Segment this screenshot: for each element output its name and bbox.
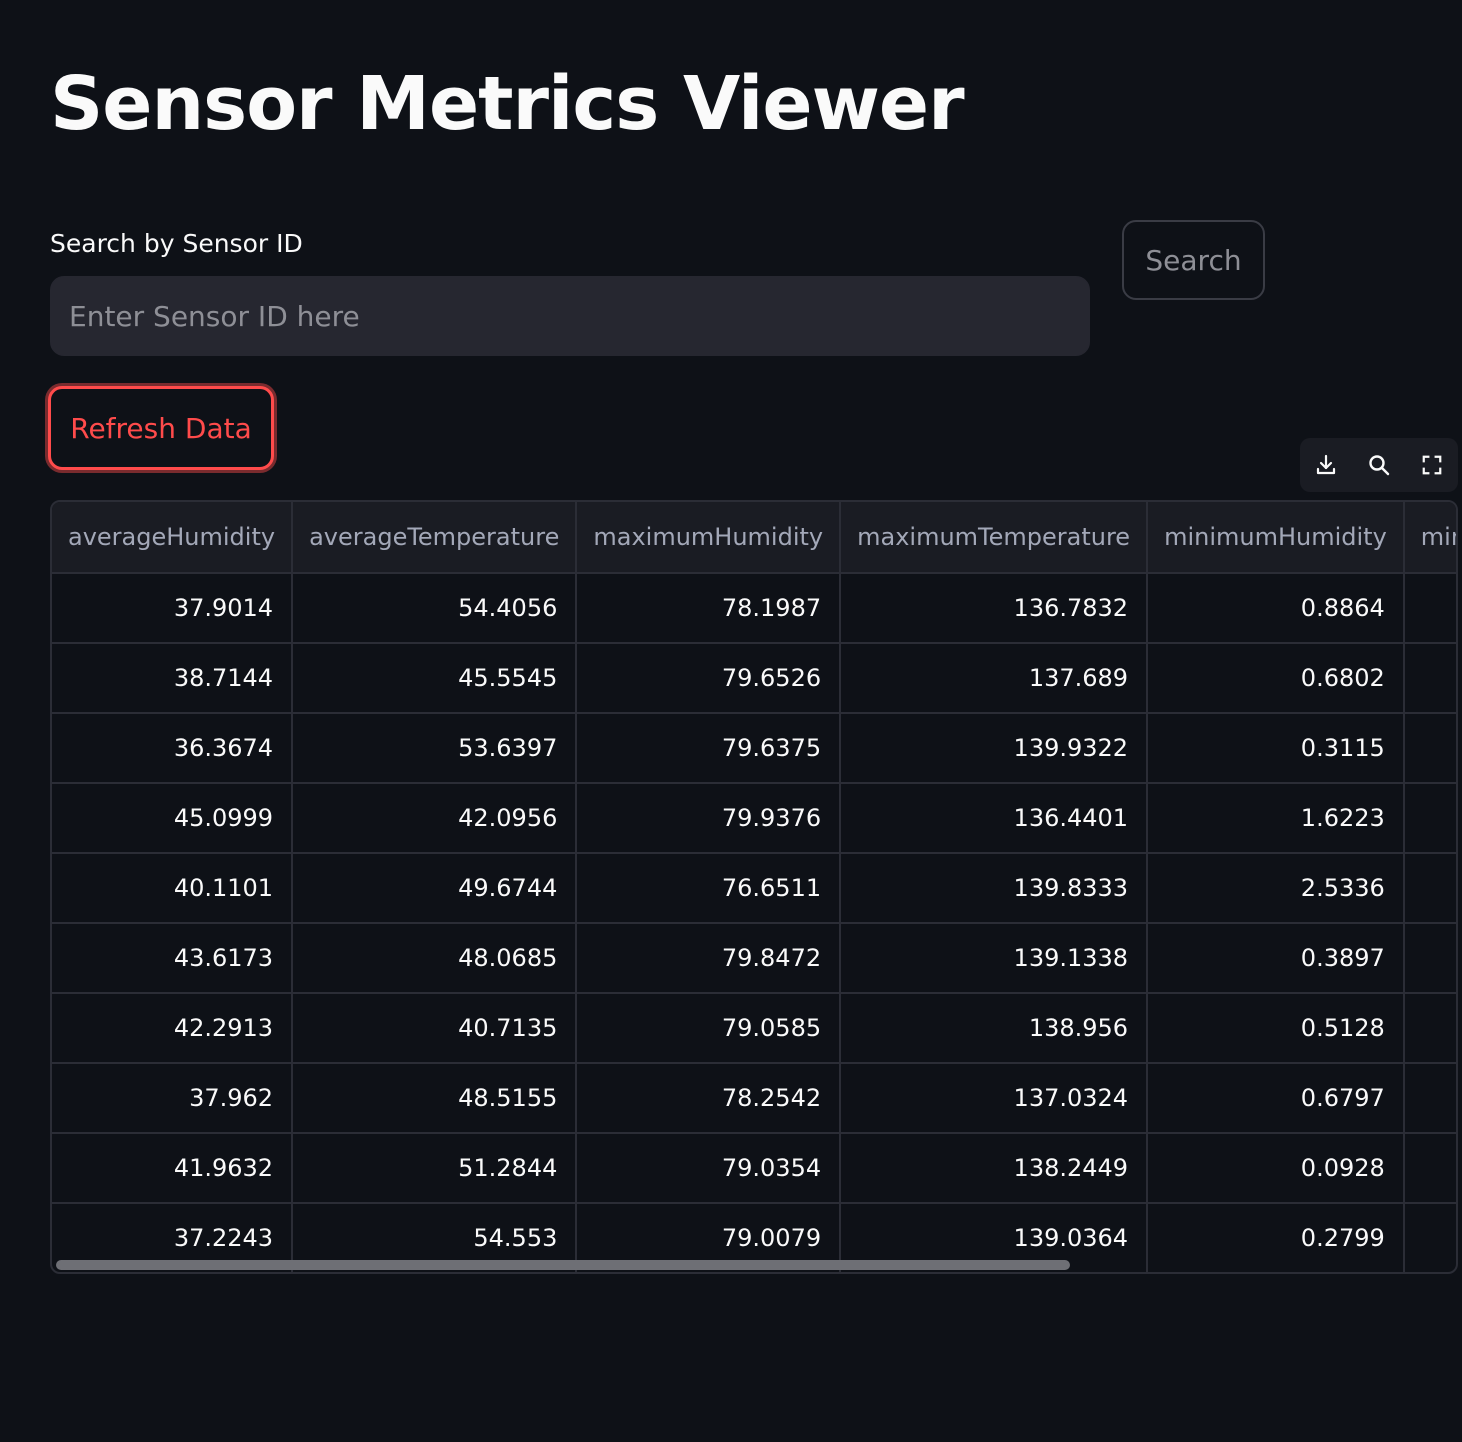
download-icon[interactable] xyxy=(1306,445,1346,485)
table-cell[interactable] xyxy=(1403,713,1456,784)
table-row[interactable]: 43.6173 48.0685 79.8472 139.1338 0.3897 xyxy=(52,923,1456,994)
table-cell[interactable]: 45.5545 xyxy=(292,643,578,714)
table-cell[interactable] xyxy=(1403,1203,1456,1272)
table-cell[interactable]: 79.8472 xyxy=(576,923,842,994)
column-header[interactable]: averageHumidity xyxy=(52,502,294,574)
table-row[interactable]: 37.962 48.5155 78.2542 137.0324 0.6797 xyxy=(52,1063,1456,1134)
table-cell[interactable]: 0.3897 xyxy=(1147,923,1405,994)
table-cell[interactable]: 53.6397 xyxy=(292,713,578,784)
table-cell[interactable] xyxy=(1403,573,1456,644)
table-row[interactable]: 42.2913 40.7135 79.0585 138.956 0.5128 xyxy=(52,993,1456,1064)
table-row[interactable]: 36.3674 53.6397 79.6375 139.9322 0.3115 xyxy=(52,713,1456,784)
column-header[interactable]: maximumHumidity xyxy=(576,502,842,574)
table-header-row: averageHumidity averageTemperature maximum… xyxy=(52,502,1456,574)
table-cell[interactable]: 51.2844 xyxy=(292,1133,578,1204)
table-cell[interactable]: 49.6744 xyxy=(292,853,578,924)
table-row[interactable]: 41.9632 51.2844 79.0354 138.2449 0.0928 xyxy=(52,1133,1456,1204)
table-cell[interactable]: 40.7135 xyxy=(292,993,578,1064)
column-header[interactable]: minimumHumidity xyxy=(1147,502,1405,574)
search-button[interactable]: Search xyxy=(1122,220,1265,300)
table-cell[interactable]: 48.0685 xyxy=(292,923,578,994)
table-cell[interactable]: 137.0324 xyxy=(840,1063,1149,1134)
table-cell[interactable]: 79.6375 xyxy=(576,713,842,784)
table-cell[interactable]: 42.2913 xyxy=(52,993,294,1064)
table-cell[interactable] xyxy=(1403,1133,1456,1204)
data-grid: averageHumidity averageTemperature maximum… xyxy=(52,502,1456,1272)
table-cell[interactable]: 0.6802 xyxy=(1147,643,1405,714)
table-cell[interactable] xyxy=(1403,643,1456,714)
column-header[interactable]: averageTemperature xyxy=(292,502,578,574)
table-cell[interactable]: 40.1101 xyxy=(52,853,294,924)
search-icon[interactable] xyxy=(1359,445,1399,485)
table-cell[interactable]: 136.4401 xyxy=(840,783,1149,854)
table-cell[interactable]: 54.4056 xyxy=(292,573,578,644)
table-cell[interactable]: 43.6173 xyxy=(52,923,294,994)
table-cell[interactable]: 37.9014 xyxy=(52,573,294,644)
table-cell[interactable]: 78.2542 xyxy=(576,1063,842,1134)
table-cell[interactable] xyxy=(1403,993,1456,1064)
table-cell[interactable]: 0.3115 xyxy=(1147,713,1405,784)
table-cell[interactable] xyxy=(1403,1063,1456,1134)
table-cell[interactable]: 0.6797 xyxy=(1147,1063,1405,1134)
table-cell[interactable] xyxy=(1403,783,1456,854)
table-cell[interactable]: 76.6511 xyxy=(576,853,842,924)
table-cell[interactable]: 79.9376 xyxy=(576,783,842,854)
refresh-data-button[interactable]: Refresh Data xyxy=(48,386,274,470)
table-cell[interactable]: 42.0956 xyxy=(292,783,578,854)
search-label: Search by Sensor ID xyxy=(50,229,303,258)
table-cell[interactable]: 1.6223 xyxy=(1147,783,1405,854)
table-cell[interactable]: 38.7144 xyxy=(52,643,294,714)
sensor-metrics-table[interactable]: averageHumidity averageTemperature maximum… xyxy=(50,500,1458,1274)
table-cell[interactable]: 139.9322 xyxy=(840,713,1149,784)
table-cell[interactable]: 0.0928 xyxy=(1147,1133,1405,1204)
table-cell[interactable]: 79.6526 xyxy=(576,643,842,714)
table-row[interactable]: 37.9014 54.4056 78.1987 136.7832 0.8864 xyxy=(52,573,1456,644)
page-title: Sensor Metrics Viewer xyxy=(50,61,965,147)
table-cell[interactable]: 48.5155 xyxy=(292,1063,578,1134)
table-cell[interactable]: 0.5128 xyxy=(1147,993,1405,1064)
table-cell[interactable]: 36.3674 xyxy=(52,713,294,784)
table-cell[interactable]: 79.0585 xyxy=(576,993,842,1064)
table-cell[interactable]: 139.1338 xyxy=(840,923,1149,994)
table-cell[interactable]: 0.2799 xyxy=(1147,1203,1405,1272)
table-cell[interactable]: 45.0999 xyxy=(52,783,294,854)
table-cell[interactable]: 0.8864 xyxy=(1147,573,1405,644)
column-header[interactable]: minimumTemperature xyxy=(1403,502,1456,574)
horizontal-scrollbar[interactable] xyxy=(56,1260,1070,1270)
table-cell[interactable]: 79.0354 xyxy=(576,1133,842,1204)
table-cell[interactable]: 37.962 xyxy=(52,1063,294,1134)
table-cell[interactable]: 41.9632 xyxy=(52,1133,294,1204)
table-cell[interactable] xyxy=(1403,923,1456,994)
table-cell[interactable] xyxy=(1403,853,1456,924)
table-cell[interactable]: 138.956 xyxy=(840,993,1149,1064)
table-row[interactable]: 38.7144 45.5545 79.6526 137.689 0.6802 xyxy=(52,643,1456,714)
table-cell[interactable]: 138.2449 xyxy=(840,1133,1149,1204)
sensor-id-search-input[interactable] xyxy=(50,276,1090,356)
table-cell[interactable]: 78.1987 xyxy=(576,573,842,644)
table-cell[interactable]: 136.7832 xyxy=(840,573,1149,644)
table-cell[interactable]: 2.5336 xyxy=(1147,853,1405,924)
column-header[interactable]: maximumTemperature xyxy=(840,502,1149,574)
table-cell[interactable]: 137.689 xyxy=(840,643,1149,714)
table-toolbar xyxy=(1300,438,1458,492)
table-row[interactable]: 45.0999 42.0956 79.9376 136.4401 1.6223 xyxy=(52,783,1456,854)
fullscreen-icon[interactable] xyxy=(1412,445,1452,485)
table-row[interactable]: 40.1101 49.6744 76.6511 139.8333 2.5336 xyxy=(52,853,1456,924)
table-cell[interactable]: 139.8333 xyxy=(840,853,1149,924)
